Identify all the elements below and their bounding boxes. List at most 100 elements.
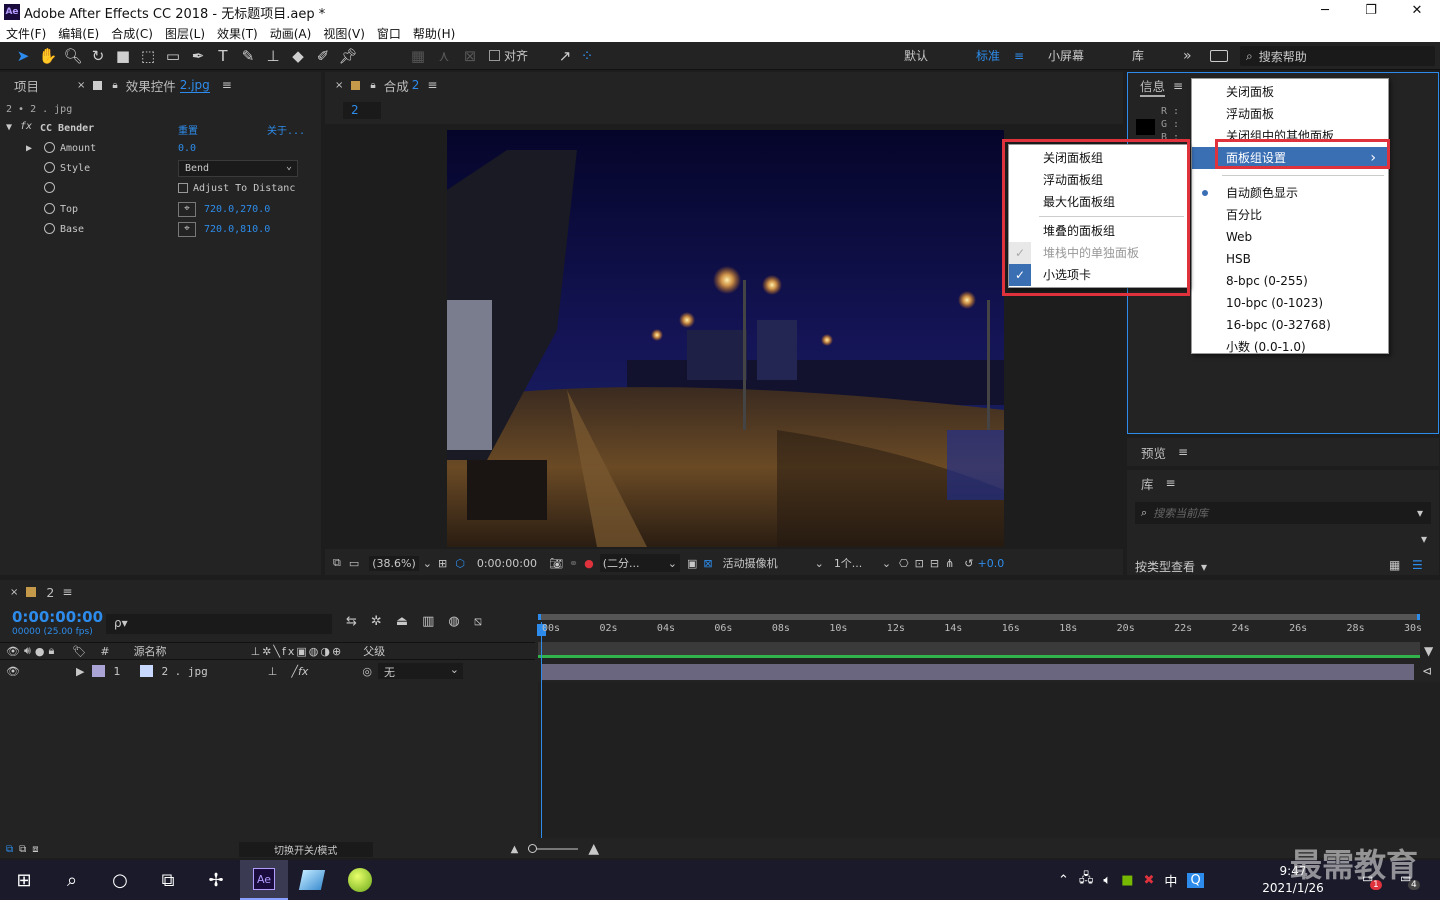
crosshair-icon[interactable]: ⌖ [178,202,196,217]
lock-icon[interactable] [351,80,361,90]
comp-mini-flowchart-icon[interactable]: ⇆ [346,614,357,629]
toggle-switches-modes[interactable]: 切换开关/模式 [238,841,373,857]
zoom-out-icon[interactable]: ▲ [511,844,519,855]
flowchart-icon[interactable]: ⋔ [945,557,954,570]
frame-blending-icon[interactable]: ▥ [422,614,434,629]
prop-top-value[interactable]: 720.0,270.0 [204,204,270,215]
selection-tool-icon[interactable]: ➤ [12,45,34,67]
comp-marker-icon[interactable]: ▼ [1424,644,1433,658]
panel-menu-icon[interactable]: ≡ [1178,445,1188,459]
stopwatch-icon[interactable] [44,162,55,173]
panel-menu-icon[interactable]: ≡ [1166,476,1176,490]
eye-icon[interactable]: 👁︎ [6,665,20,678]
network-icon[interactable]: 🖧︎ [1079,869,1094,891]
clone-stamp-tool-icon[interactable]: ⊥ [262,45,284,67]
parent-pickwhip-icon[interactable]: ◎ [362,665,372,678]
panel-menu-icon[interactable]: ≡ [1173,79,1183,93]
layer-row[interactable]: 👁︎ ▶ 1 2 . jpg ⊥ ╱fx ◎ 无 ⌄ [0,662,535,680]
chevron-down-icon[interactable]: ▾ [1201,560,1207,574]
exposure-value[interactable]: +0.0 [978,557,1005,570]
snap-edge-icon[interactable]: ↗ [554,45,576,67]
style-dropdown[interactable]: Bend ⌄ [178,160,298,177]
zoom-slider[interactable] [528,844,579,853]
puppet-pin-tool-icon[interactable]: 📌︎ [337,45,359,67]
composition-image[interactable] [447,130,1004,547]
pan-behind-tool-icon[interactable]: ⬚ [137,45,159,67]
playhead[interactable] [541,622,542,838]
col-parent[interactable]: 父级 [363,643,385,659]
timeline-timecode[interactable]: 0:00:00:00 [12,608,103,626]
label-color-swatch[interactable] [92,665,106,677]
shy-layers-icon[interactable]: ⏏ [396,614,408,629]
workspace-default[interactable]: 默认 [904,47,928,64]
menu-window[interactable]: 窗口 [377,25,401,42]
switch-shy-icon[interactable]: ⊥ [268,665,278,678]
transparency-grid-icon[interactable]: ⊠ [703,557,712,570]
pen-tool-icon[interactable]: ✒ [187,45,209,67]
motion-blur-icon[interactable]: ◍ [448,614,459,629]
draft-3d-icon[interactable]: ✲ [371,614,382,629]
chevron-down-icon[interactable]: ⌄ [668,557,677,570]
close-button[interactable]: ✕ [1394,0,1440,24]
zoom-dropdown[interactable]: (38.6%) [369,555,419,571]
expand-arrow-icon[interactable]: ▼ [6,122,12,133]
workspace-more-icon[interactable]: » [1183,48,1192,64]
volume-icon[interactable]: 🔈︎ [1103,873,1111,888]
security-icon[interactable]: ✖ [1144,873,1155,888]
lock-icon[interactable] [93,80,103,90]
menu-help[interactable]: 帮助(H) [413,25,455,42]
eye-icon[interactable]: 👁︎ [6,645,20,658]
time-navigator[interactable] [538,614,1420,620]
stopwatch-icon[interactable] [44,182,55,193]
lock-icon[interactable]: 🔒︎ [49,644,55,658]
menu-8bpc[interactable]: 8-bpc (0-255) [1192,270,1388,292]
expand-arrow-icon[interactable]: ▶ [76,665,84,678]
switches-icons[interactable]: ⊥✲╲fx▣◍◑⊕ [251,645,344,658]
rotate-tool-icon[interactable]: ↻ [87,45,109,67]
col-source-name[interactable]: 源名称 [134,643,167,659]
reset-exposure-icon[interactable]: ↺ [964,557,973,570]
hand-tool-icon[interactable]: ✋ [37,45,59,67]
show-hidden-icons[interactable]: ⌃ [1058,873,1069,888]
always-preview-icon[interactable]: ⧉ [333,556,341,570]
layer-name[interactable]: 2 . jpg [161,665,207,678]
menu-file[interactable]: 文件(F) [6,25,46,42]
menu-view[interactable]: 视图(V) [323,25,365,42]
menu-float-panel[interactable]: 浮动面板 [1192,103,1388,125]
menu-edit[interactable]: 编辑(E) [58,25,99,42]
library-dropdown-icon[interactable]: ▾ [1421,532,1427,546]
crosshair-icon[interactable]: ⌖ [178,222,196,237]
safe-margins-icon[interactable]: ⊞ [438,557,447,570]
composition-name[interactable]: 2 [412,78,420,92]
roto-brush-tool-icon[interactable]: ✐ [312,45,334,67]
fan-app-icon[interactable]: ✢ [192,860,240,900]
menu-animation[interactable]: 动画(A) [270,25,312,42]
menu-effect[interactable]: 效果(T) [217,25,258,42]
workspace-library[interactable]: 库 [1132,47,1144,64]
timeline-link-icon[interactable]: ⊟ [930,557,939,570]
axis-local-icon[interactable]: ▦ [407,45,429,67]
stopwatch-icon[interactable] [44,203,55,214]
panel-menu-icon[interactable]: ≡ [62,585,72,599]
zoom-in-icon[interactable]: ▲ [588,841,599,857]
rectangle-tool-icon[interactable]: ▭ [162,45,184,67]
task-view-icon[interactable]: ⧉ [144,860,192,900]
transfer-controls-icon[interactable]: ⧉ [19,844,26,855]
close-tab-icon[interactable]: × [335,80,343,91]
ball-app-icon[interactable] [336,860,384,900]
graph-editor-icon[interactable]: ⧅ [474,614,482,629]
lock-icon-2[interactable]: 🔒︎ [112,80,117,91]
stopwatch-icon[interactable] [44,142,55,153]
work-area-bar[interactable] [538,642,1420,658]
library-panel-title[interactable]: 库 [1141,474,1154,493]
camera-dropdown[interactable]: 活动摄像机 [723,555,815,571]
minimize-button[interactable]: ─ [1302,0,1348,24]
eraser-tool-icon[interactable]: ◆ [287,45,309,67]
nvidia-icon[interactable]: ■ [1121,873,1133,888]
timeline-tab[interactable]: 2 [46,585,54,600]
layer-switches-icon[interactable]: ⧉ [6,844,13,855]
solo-icon[interactable]: ● [35,645,45,658]
audio-icon[interactable]: 🔊︎ [24,644,31,658]
toggle-pixel-icon[interactable]: ⎔ [899,557,909,570]
preview-panel-title[interactable]: 预览 [1141,443,1166,462]
